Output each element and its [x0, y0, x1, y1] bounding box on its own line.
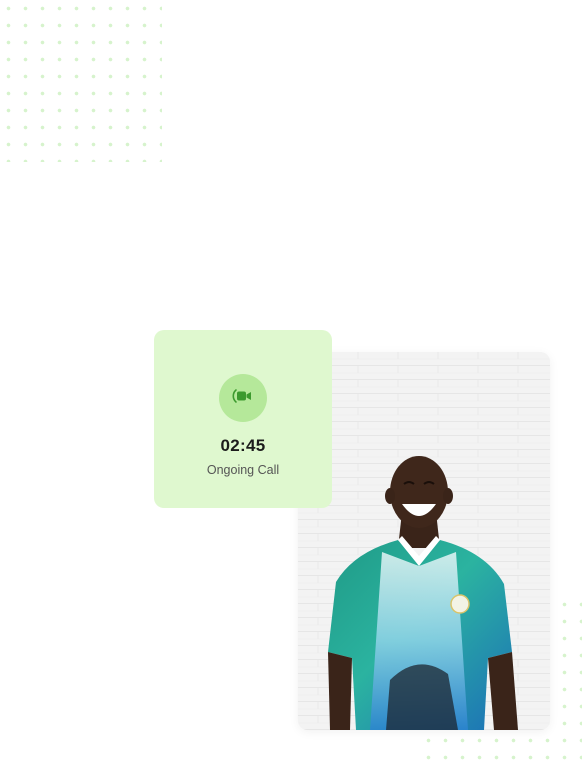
- call-status-label: Ongoing Call: [206, 463, 280, 477]
- video-camera-icon: [232, 387, 254, 410]
- video-call-button[interactable]: [219, 374, 267, 422]
- decorative-dot-grid-top: [0, 0, 162, 162]
- ongoing-call-card: 02:45 Ongoing Call: [154, 330, 332, 508]
- portrait-illustration: [298, 352, 550, 730]
- call-timer: 02:45: [220, 436, 266, 455]
- caller-photo: [298, 352, 550, 730]
